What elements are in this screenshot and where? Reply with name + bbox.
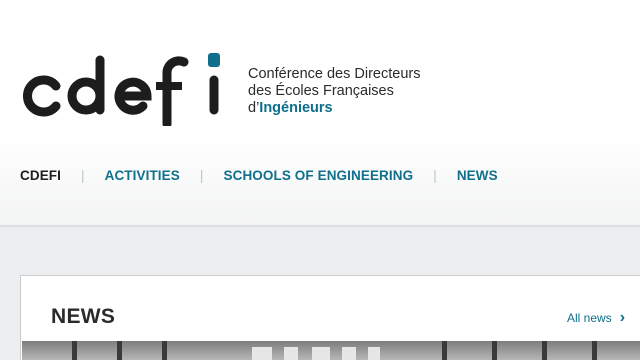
news-panel-title: NEWS — [51, 305, 116, 328]
organization-tagline: Conférence des Directeurs des Écoles Fra… — [248, 66, 420, 117]
image-detail — [72, 341, 77, 360]
image-detail — [542, 341, 547, 360]
cdefi-logo[interactable] — [22, 50, 222, 126]
site-header: Conférence des Directeurs des Écoles Fra… — [0, 0, 640, 225]
tagline-line-3-accent: Ingénieurs — [259, 100, 333, 116]
all-news-link[interactable]: All news › — [567, 309, 626, 326]
tagline-line-2: des Écoles Françaises — [248, 83, 394, 99]
image-detail — [368, 347, 380, 360]
nav-separator: | — [81, 168, 85, 183]
tagline-line-3-prefix: d’ — [248, 100, 260, 116]
image-detail — [492, 341, 497, 360]
image-detail — [117, 341, 122, 360]
chevron-right-icon: › — [619, 309, 626, 326]
nav-separator: | — [199, 168, 204, 183]
news-panel: NEWS All news › — [20, 275, 640, 360]
nav-item-activities[interactable]: ACTIVITIES — [105, 168, 180, 183]
nav-item-cdefi[interactable]: CDEFI — [20, 168, 61, 183]
nav-separator: | — [433, 168, 437, 183]
main-navigation: CDEFI | ACTIVITIES | SCHOOLS OF ENGINEER… — [20, 168, 498, 183]
image-detail — [342, 347, 356, 360]
tagline-line-3: d’Ingénieurs — [248, 100, 420, 117]
tagline-line-1: Conférence des Directeurs — [248, 66, 421, 82]
image-detail — [592, 341, 597, 360]
image-detail — [442, 341, 447, 360]
nav-item-schools-of-engineering[interactable]: SCHOOLS OF ENGINEERING — [223, 168, 413, 183]
image-detail — [162, 341, 167, 360]
all-news-label: All news — [567, 311, 612, 325]
news-featured-image[interactable] — [22, 341, 640, 360]
image-detail — [284, 347, 298, 360]
image-detail — [252, 347, 272, 360]
image-detail — [312, 347, 330, 360]
nav-item-news[interactable]: NEWS — [457, 168, 498, 183]
cdefi-logo-mark — [23, 53, 220, 126]
